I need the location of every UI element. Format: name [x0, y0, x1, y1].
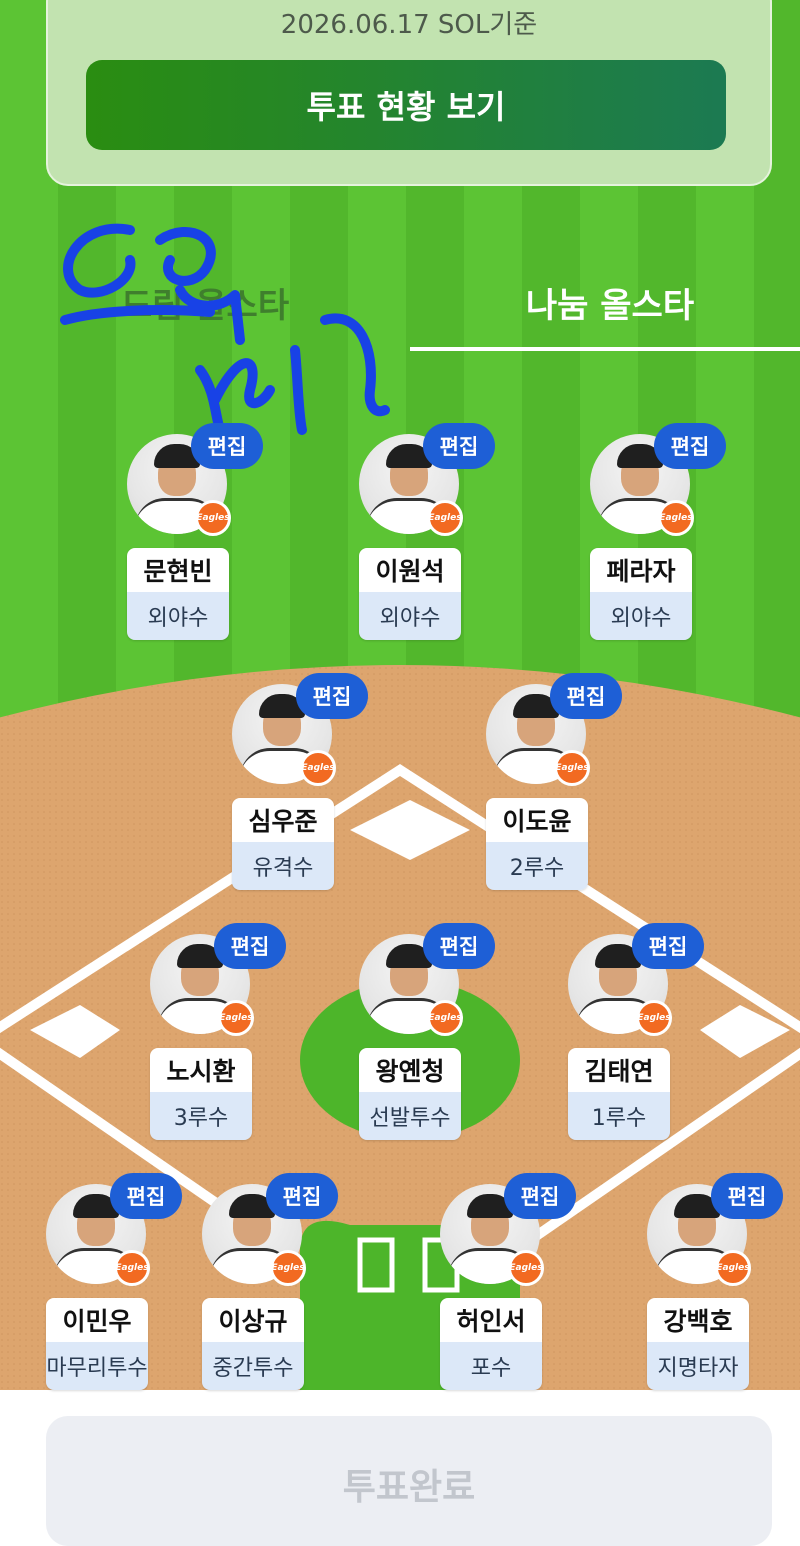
player-card[interactable]: 허인서 포수 — [440, 1298, 542, 1390]
player-name: 이원석 — [359, 548, 461, 592]
player-position: 외야수 — [359, 592, 461, 640]
player-name: 이도윤 — [486, 798, 588, 842]
player-position: 선발투수 — [359, 1092, 461, 1140]
vote-complete-button[interactable]: 투표완료 — [46, 1416, 772, 1546]
player-card[interactable]: 심우준 유격수 — [232, 798, 334, 890]
player-position: 지명타자 — [647, 1342, 749, 1390]
player-name: 이상규 — [202, 1298, 304, 1342]
player-position: 유격수 — [232, 842, 334, 890]
vote-info-card: 2026.06.17 SOL기준 투표 현황 보기 — [46, 0, 772, 186]
tab-nanum-allstar[interactable]: 나눔 올스타 — [430, 262, 790, 342]
edit-button[interactable]: 편집 — [214, 923, 286, 969]
player-position: 3루수 — [150, 1092, 252, 1140]
player-slot: Eagles 편집이도윤 2루수 — [486, 673, 622, 890]
edit-button[interactable]: 편집 — [423, 923, 495, 969]
edit-button[interactable]: 편집 — [504, 1173, 576, 1219]
player-slot: Eagles 편집페라자 외야수 — [590, 423, 726, 640]
team-logo-icon: Eagles — [427, 1000, 463, 1036]
team-logo-icon: Eagles — [508, 1250, 544, 1286]
player-slot: Eagles 편집왕옌청 선발투수 — [359, 923, 495, 1140]
vote-status-button[interactable]: 투표 현황 보기 — [86, 60, 726, 150]
edit-button[interactable]: 편집 — [110, 1173, 182, 1219]
edit-button[interactable]: 편집 — [550, 673, 622, 719]
player-name: 김태연 — [568, 1048, 670, 1092]
team-logo-icon: Eagles — [636, 1000, 672, 1036]
player-slot: Eagles 편집강백호 지명타자 — [647, 1173, 783, 1390]
player-position: 1루수 — [568, 1092, 670, 1140]
team-logo-icon: Eagles — [427, 500, 463, 536]
team-logo-icon: Eagles — [114, 1250, 150, 1286]
player-slot: Eagles 편집이민우 마무리투수 — [46, 1173, 182, 1390]
active-tab-underline — [410, 347, 800, 351]
team-logo-icon: Eagles — [554, 750, 590, 786]
edit-button[interactable]: 편집 — [654, 423, 726, 469]
tab-dream-allstar[interactable]: 드림 올스타 — [25, 262, 385, 342]
player-name: 심우준 — [232, 798, 334, 842]
player-name: 허인서 — [440, 1298, 542, 1342]
reference-date: 2026.06.17 SOL기준 — [280, 10, 538, 40]
edit-button[interactable]: 편집 — [266, 1173, 338, 1219]
team-logo-icon: Eagles — [658, 500, 694, 536]
team-logo-icon: Eagles — [300, 750, 336, 786]
player-position: 마무리투수 — [46, 1342, 148, 1390]
player-slot: Eagles 편집심우준 유격수 — [232, 673, 368, 890]
player-card[interactable]: 문현빈 외야수 — [127, 548, 229, 640]
player-card[interactable]: 페라자 외야수 — [590, 548, 692, 640]
player-card[interactable]: 이민우 마무리투수 — [46, 1298, 148, 1390]
player-slot: Eagles 편집노시환 3루수 — [150, 923, 286, 1140]
player-name: 왕옌청 — [359, 1048, 461, 1092]
player-position: 외야수 — [127, 592, 229, 640]
team-logo-icon: Eagles — [195, 500, 231, 536]
player-name: 노시환 — [150, 1048, 252, 1092]
player-card[interactable]: 이도윤 2루수 — [486, 798, 588, 890]
player-slot: Eagles 편집이상규 중간투수 — [202, 1173, 338, 1390]
player-card[interactable]: 왕옌청 선발투수 — [359, 1048, 461, 1140]
player-card[interactable]: 이상규 중간투수 — [202, 1298, 304, 1390]
player-position: 외야수 — [590, 592, 692, 640]
player-card[interactable]: 노시환 3루수 — [150, 1048, 252, 1140]
player-position: 2루수 — [486, 842, 588, 890]
player-card[interactable]: 이원석 외야수 — [359, 548, 461, 640]
edit-button[interactable]: 편집 — [632, 923, 704, 969]
player-name: 강백호 — [647, 1298, 749, 1342]
edit-button[interactable]: 편집 — [711, 1173, 783, 1219]
player-position: 중간투수 — [202, 1342, 304, 1390]
team-logo-icon: Eagles — [715, 1250, 751, 1286]
team-logo-icon: Eagles — [218, 1000, 254, 1036]
team-logo-icon: Eagles — [270, 1250, 306, 1286]
edit-button[interactable]: 편집 — [296, 673, 368, 719]
player-slot: Eagles 편집허인서 포수 — [440, 1173, 576, 1390]
player-name: 페라자 — [590, 548, 692, 592]
player-position: 포수 — [440, 1342, 542, 1390]
player-card[interactable]: 김태연 1루수 — [568, 1048, 670, 1140]
player-name: 문현빈 — [127, 548, 229, 592]
player-name: 이민우 — [46, 1298, 148, 1342]
edit-button[interactable]: 편집 — [191, 423, 263, 469]
player-slot: Eagles 편집문현빈 외야수 — [127, 423, 263, 640]
player-card[interactable]: 강백호 지명타자 — [647, 1298, 749, 1390]
edit-button[interactable]: 편집 — [423, 423, 495, 469]
player-slot: Eagles 편집김태연 1루수 — [568, 923, 704, 1140]
player-slot: Eagles 편집이원석 외야수 — [359, 423, 495, 640]
